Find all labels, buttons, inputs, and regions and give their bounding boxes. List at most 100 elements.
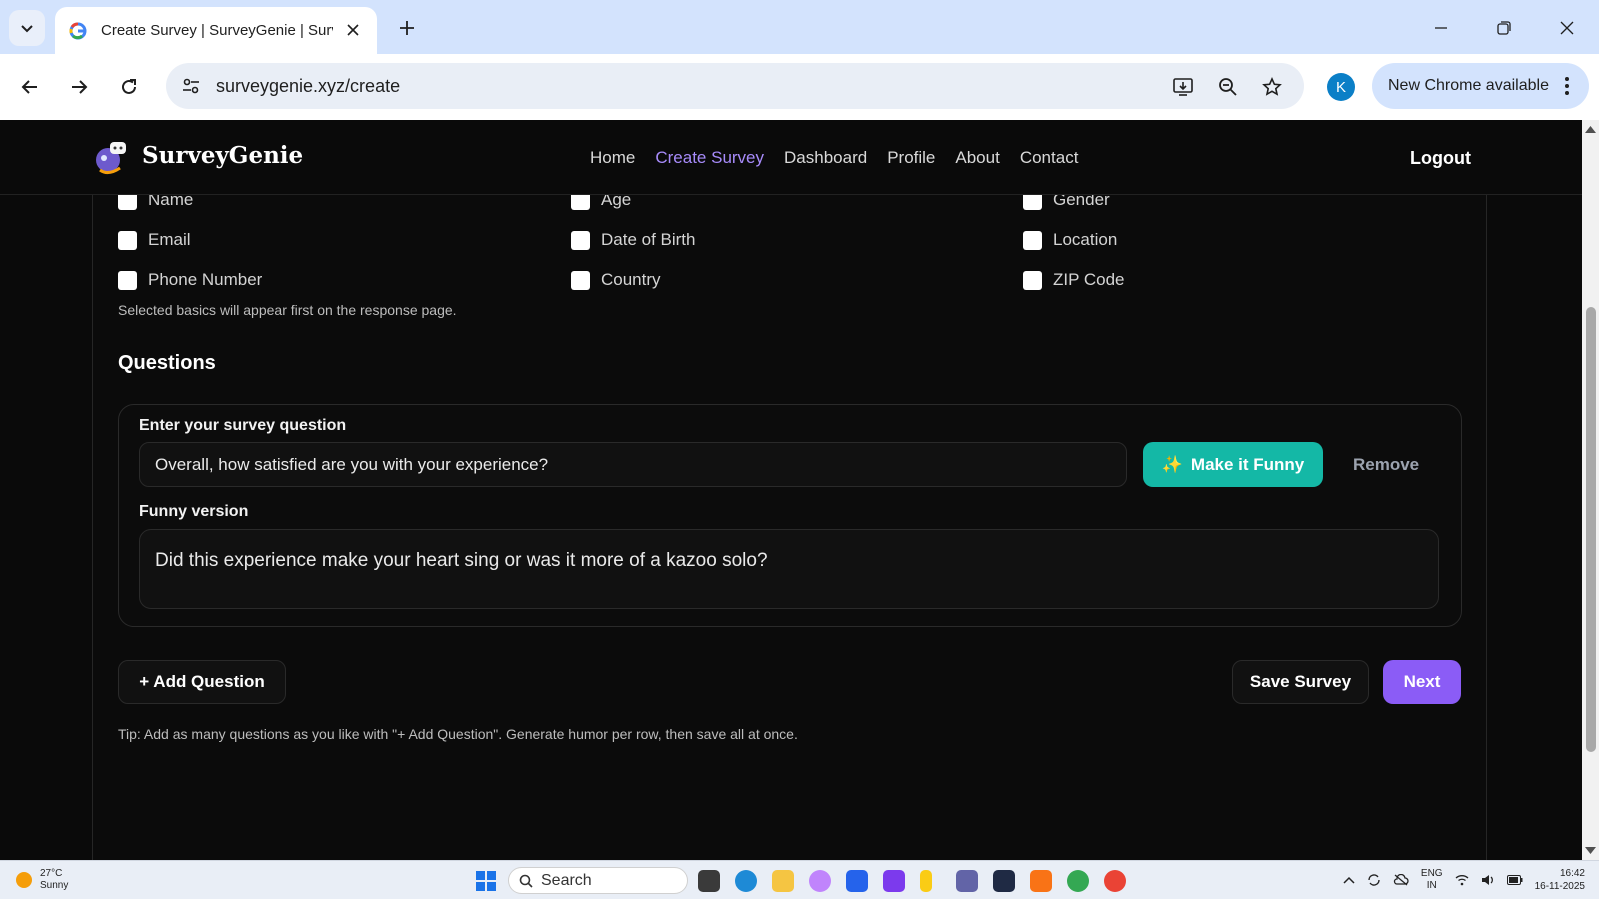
make-it-funny-button[interactable]: ✨ Make it Funny bbox=[1143, 442, 1323, 487]
forward-button[interactable] bbox=[63, 71, 95, 103]
system-tray: ENG IN 16:42 16-11-2025 bbox=[1343, 867, 1585, 893]
task-view-icon[interactable] bbox=[698, 870, 720, 892]
scroll-down-icon[interactable] bbox=[1585, 846, 1596, 856]
checkbox-email[interactable]: Email bbox=[118, 230, 191, 250]
chrome-icon[interactable] bbox=[1067, 870, 1089, 892]
funny-version-textarea[interactable]: Did this experience make your heart sing… bbox=[139, 529, 1439, 609]
weather-temp: 27°C bbox=[40, 868, 63, 879]
scroll-up-icon[interactable] bbox=[1585, 124, 1596, 134]
search-icon bbox=[519, 874, 533, 888]
sync-icon[interactable] bbox=[1367, 873, 1381, 887]
plus-icon bbox=[400, 21, 414, 35]
add-question-button[interactable]: + Add Question bbox=[118, 660, 286, 704]
restore-button[interactable] bbox=[1484, 10, 1524, 46]
arrow-left-icon bbox=[21, 80, 37, 94]
checkbox-box[interactable] bbox=[571, 270, 590, 290]
main-nav: Home Create Survey Dashboard Profile Abo… bbox=[590, 148, 1098, 168]
taskbar-search[interactable]: Search bbox=[508, 867, 688, 894]
nav-about[interactable]: About bbox=[955, 148, 999, 168]
back-button[interactable] bbox=[14, 71, 46, 103]
sun-icon bbox=[16, 872, 32, 888]
app-icon[interactable] bbox=[883, 870, 905, 892]
checkbox-label: Date of Birth bbox=[601, 230, 696, 249]
bolt-icon[interactable] bbox=[920, 870, 932, 892]
minimize-button[interactable] bbox=[1421, 10, 1461, 46]
close-window-button[interactable] bbox=[1547, 10, 1587, 46]
battery-icon[interactable] bbox=[1506, 875, 1523, 885]
close-icon bbox=[347, 24, 359, 36]
bookmark-button[interactable] bbox=[1258, 73, 1286, 101]
store-icon[interactable] bbox=[846, 870, 868, 892]
zoom-button[interactable] bbox=[1214, 73, 1242, 101]
tab-close-button[interactable] bbox=[343, 20, 363, 40]
checkbox-label: ZIP Code bbox=[1053, 270, 1125, 289]
checkbox-phone-number[interactable]: Phone Number bbox=[118, 270, 262, 290]
chrome-menu-button[interactable] bbox=[1557, 75, 1577, 97]
update-label: New Chrome available bbox=[1388, 77, 1549, 94]
question-card: Enter your survey question ✨ Make it Fun… bbox=[118, 404, 1462, 627]
install-app-button[interactable] bbox=[1169, 73, 1197, 101]
remove-question-button[interactable]: Remove bbox=[1353, 455, 1419, 475]
language-code: ENG bbox=[1420, 868, 1443, 879]
genie-logo-icon[interactable] bbox=[92, 138, 132, 178]
browser-tabstrip: Create Survey | SurveyGenie | Surv bbox=[0, 0, 1599, 54]
question-input[interactable] bbox=[139, 442, 1127, 487]
install-icon bbox=[1173, 78, 1193, 96]
nav-home[interactable]: Home bbox=[590, 148, 635, 168]
brave-icon[interactable] bbox=[1030, 870, 1052, 892]
wifi-icon[interactable] bbox=[1455, 874, 1469, 886]
teams-icon[interactable] bbox=[956, 870, 978, 892]
new-tab-button[interactable] bbox=[392, 13, 422, 43]
browser-tab[interactable]: Create Survey | SurveyGenie | Surv bbox=[55, 7, 377, 54]
save-survey-button[interactable]: Save Survey bbox=[1232, 660, 1369, 704]
nav-contact[interactable]: Contact bbox=[1020, 148, 1079, 168]
checkbox-label: Phone Number bbox=[148, 270, 263, 289]
chevron-up-icon[interactable] bbox=[1343, 876, 1355, 884]
checkbox-box[interactable] bbox=[571, 230, 590, 250]
tab-search-button[interactable] bbox=[9, 10, 45, 46]
url-text[interactable]: surveygenie.xyz/create bbox=[216, 76, 400, 97]
checkbox-country[interactable]: Country bbox=[571, 270, 661, 290]
page-viewport: Name Age Gender Email Date of Birth Loca… bbox=[0, 120, 1582, 860]
checkbox-box[interactable] bbox=[1023, 270, 1042, 290]
weather-widget[interactable]: 27°C Sunny bbox=[16, 868, 68, 892]
minimize-icon bbox=[1435, 27, 1447, 29]
volume-icon[interactable] bbox=[1481, 874, 1495, 886]
zoom-icon bbox=[1219, 78, 1237, 96]
question-label: Enter your survey question bbox=[139, 417, 347, 434]
site-info-button[interactable] bbox=[176, 71, 206, 101]
nav-profile[interactable]: Profile bbox=[887, 148, 935, 168]
checkbox-location[interactable]: Location bbox=[1023, 230, 1117, 250]
brand-name[interactable]: SurveyGenie bbox=[142, 142, 303, 169]
chevron-down-icon bbox=[21, 25, 33, 33]
profile-avatar[interactable]: K bbox=[1327, 73, 1355, 101]
checkbox-label: Country bbox=[601, 270, 661, 289]
cloud-off-icon[interactable] bbox=[1393, 874, 1409, 886]
file-explorer-icon[interactable] bbox=[772, 870, 794, 892]
windows-start-icon[interactable] bbox=[476, 871, 496, 891]
chrome-update-button[interactable]: New Chrome available bbox=[1372, 63, 1589, 109]
scroll-thumb[interactable] bbox=[1586, 307, 1596, 752]
taskbar-clock[interactable]: 16:42 16-11-2025 bbox=[1535, 867, 1585, 893]
nav-dashboard[interactable]: Dashboard bbox=[784, 148, 867, 168]
checkbox-box[interactable] bbox=[118, 270, 137, 290]
address-bar[interactable]: surveygenie.xyz/create bbox=[166, 63, 1304, 109]
checkbox-box[interactable] bbox=[1023, 230, 1042, 250]
checkbox-zip-code[interactable]: ZIP Code bbox=[1023, 270, 1125, 290]
logout-button[interactable]: Logout bbox=[1410, 148, 1471, 169]
nav-create-survey[interactable]: Create Survey bbox=[655, 148, 764, 168]
restore-icon bbox=[1497, 21, 1511, 35]
edge-icon[interactable] bbox=[735, 870, 757, 892]
next-button[interactable]: Next bbox=[1383, 660, 1461, 704]
copilot-icon[interactable] bbox=[809, 870, 831, 892]
chrome-profile-icon[interactable] bbox=[1104, 870, 1126, 892]
make-it-funny-label: Make it Funny bbox=[1190, 454, 1305, 474]
checkbox-box[interactable] bbox=[118, 230, 137, 250]
checkbox-label: Location bbox=[1053, 230, 1118, 249]
reload-button[interactable] bbox=[113, 71, 145, 103]
app-icon-dark[interactable] bbox=[993, 870, 1015, 892]
checkbox-date-of-birth[interactable]: Date of Birth bbox=[571, 230, 696, 250]
page-scrollbar[interactable] bbox=[1582, 120, 1599, 860]
clock-time: 16:42 bbox=[1559, 868, 1585, 879]
language-indicator[interactable]: ENG IN bbox=[1421, 868, 1443, 892]
